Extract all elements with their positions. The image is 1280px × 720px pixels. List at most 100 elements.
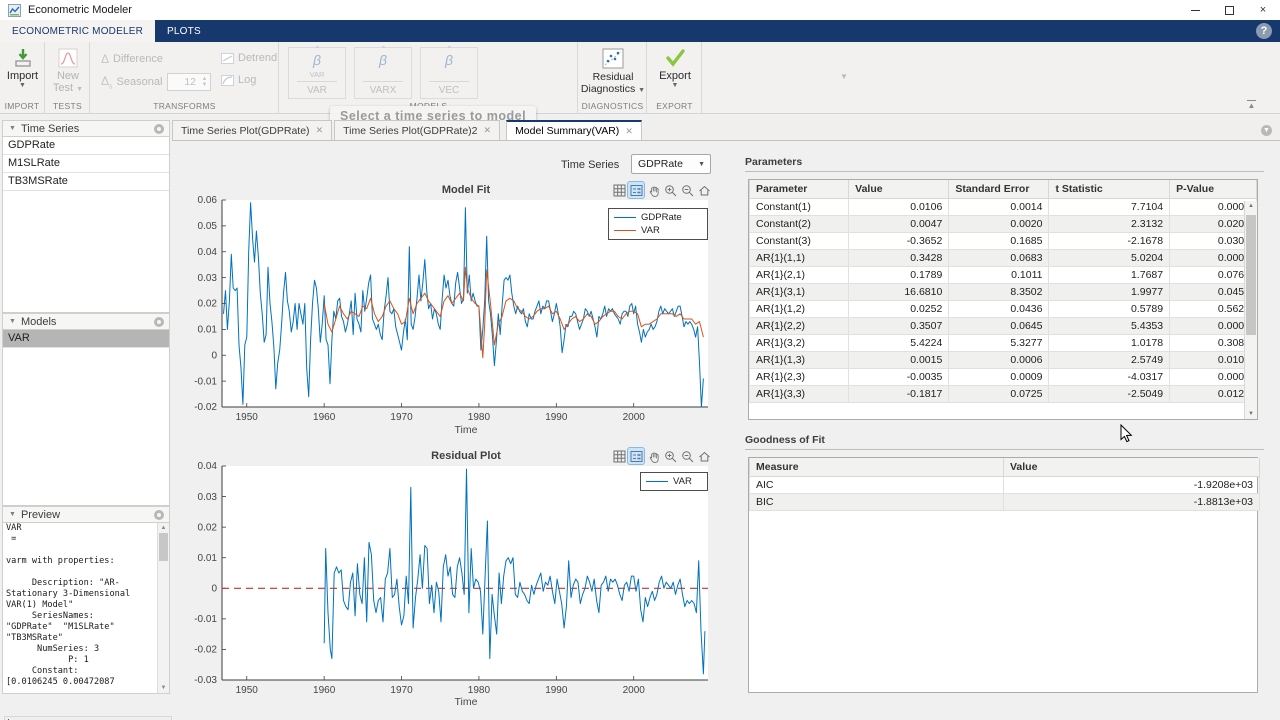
- column-header[interactable]: P-Value: [1170, 180, 1257, 199]
- table-cell[interactable]: 0.0106: [849, 199, 949, 216]
- import-button[interactable]: Import ▼: [0, 48, 45, 89]
- tab-econometric-modeler[interactable]: ECONOMETRIC MODELER: [0, 20, 155, 42]
- table-row[interactable]: AR{1}(1,2)0.02520.04360.57890.5627: [750, 301, 1257, 318]
- tab-plots[interactable]: PLOTS: [155, 20, 213, 42]
- close-tab-icon[interactable]: ✕: [316, 125, 324, 136]
- table-cell[interactable]: AR{1}(1,2): [750, 301, 849, 318]
- table-cell[interactable]: 0.0009: [949, 369, 1049, 386]
- scrollbar-thumb[interactable]: [1246, 215, 1256, 335]
- table-cell[interactable]: 0.1685: [949, 233, 1049, 250]
- table-cell[interactable]: 0.0020: [949, 216, 1049, 233]
- table-cell[interactable]: AR{1}(1,3): [750, 352, 849, 369]
- column-header[interactable]: Value: [1004, 458, 1260, 477]
- residual-legend[interactable]: VAR: [640, 472, 708, 491]
- model-fit-legend[interactable]: GDPRate VAR: [608, 208, 708, 240]
- column-header[interactable]: Parameter: [750, 180, 849, 199]
- tab-time-series-plot-gdprate2[interactable]: Time Series Plot(GDPRate)2 ✕: [334, 120, 500, 140]
- list-item-tb3msrate[interactable]: TB3MSRate: [3, 173, 169, 191]
- tab-model-summary-var[interactable]: Model Summary(VAR) ✕: [506, 120, 642, 140]
- table-cell[interactable]: Constant(1): [750, 199, 849, 216]
- table-row[interactable]: Constant(1)0.01060.00147.71040.0000: [750, 199, 1257, 216]
- table-cell[interactable]: 0.0047: [849, 216, 949, 233]
- vec-model-button[interactable]: βˆ VEC: [420, 47, 478, 99]
- residual-diagnostics-button[interactable]: Residual Diagnostics ▼: [579, 48, 647, 95]
- sidebar-collapse-bar[interactable]: ◀: [4, 716, 172, 720]
- column-header[interactable]: Standard Error: [949, 180, 1049, 199]
- seasonal-button[interactable]: Δs Seasonal: [101, 74, 162, 90]
- table-row[interactable]: Constant(2)0.00470.00202.31320.0207: [750, 216, 1257, 233]
- close-tab-icon[interactable]: ✕: [625, 126, 633, 137]
- varx-model-button[interactable]: βˆ VARX: [354, 47, 412, 99]
- table-row[interactable]: AR{1}(1,1)0.34280.06835.02040.0000: [750, 250, 1257, 267]
- models-panel-header[interactable]: ▼ Models: [2, 313, 170, 330]
- table-row[interactable]: AR{1}(2,2)0.35070.06455.43530.0000: [750, 318, 1257, 335]
- table-cell[interactable]: 0.0015: [849, 352, 949, 369]
- scroll-up-icon[interactable]: ▲: [158, 525, 169, 531]
- table-cell[interactable]: 0.0014: [949, 199, 1049, 216]
- log-button[interactable]: Log: [221, 74, 256, 86]
- table-cell[interactable]: 5.0204: [1049, 250, 1170, 267]
- scrollbar-thumb[interactable]: [159, 533, 168, 561]
- column-header[interactable]: t Statistic: [1049, 180, 1170, 199]
- tab-options-icon[interactable]: ▼: [1261, 125, 1272, 136]
- panel-actions-icon[interactable]: [154, 317, 164, 327]
- table-row[interactable]: Constant(3)-0.36520.1685-2.16780.0302: [750, 233, 1257, 250]
- tab-time-series-plot-gdprate[interactable]: Time Series Plot(GDPRate) ✕: [172, 120, 332, 140]
- table-row[interactable]: AR{1}(2,3)-0.00350.0009-4.03170.0001: [750, 369, 1257, 386]
- minimize-button[interactable]: [1178, 0, 1212, 20]
- table-row[interactable]: AR{1}(3,1)16.68108.35021.99770.0458: [750, 284, 1257, 301]
- table-row[interactable]: AR{1}(1,3)0.00150.00062.57490.0100: [750, 352, 1257, 369]
- table-cell[interactable]: 0.0436: [949, 301, 1049, 318]
- list-item-m1slrate[interactable]: M1SLRate: [3, 155, 169, 173]
- table-cell[interactable]: -4.0317: [1049, 369, 1170, 386]
- table-row[interactable]: AIC-1.9208e+03: [750, 477, 1260, 494]
- time-series-panel-header[interactable]: ▼ Time Series: [2, 120, 170, 137]
- table-row[interactable]: BIC-1.8813e+03: [750, 494, 1260, 511]
- column-header[interactable]: Measure: [750, 458, 1004, 477]
- table-cell[interactable]: 1.7687: [1049, 267, 1170, 284]
- detrend-button[interactable]: Detrend: [221, 52, 277, 64]
- table-cell[interactable]: 0.1011: [949, 267, 1049, 284]
- spinner-arrows-icon[interactable]: ▲▼: [199, 76, 210, 88]
- collapse-ribbon-icon[interactable]: ▲: [1247, 100, 1256, 109]
- table-cell[interactable]: AR{1}(2,1): [750, 267, 849, 284]
- difference-button[interactable]: Δ Difference: [101, 52, 163, 66]
- time-series-combo[interactable]: GDPRate ▼: [631, 154, 711, 174]
- help-icon[interactable]: ?: [1256, 23, 1272, 39]
- preview-panel-header[interactable]: ▼ Preview: [2, 506, 170, 523]
- list-item-gdprate[interactable]: GDPRate: [3, 137, 169, 155]
- table-cell[interactable]: -0.1817: [849, 386, 949, 403]
- table-cell[interactable]: Constant(2): [750, 216, 849, 233]
- table-cell[interactable]: 2.5749: [1049, 352, 1170, 369]
- table-cell[interactable]: AR{1}(3,1): [750, 284, 849, 301]
- table-cell[interactable]: -1.9208e+03: [1004, 477, 1260, 494]
- table-cell[interactable]: 8.3502: [949, 284, 1049, 301]
- table-cell[interactable]: AR{1}(1,1): [750, 250, 849, 267]
- table-cell[interactable]: 2.3132: [1049, 216, 1170, 233]
- table-cell[interactable]: 0.0683: [949, 250, 1049, 267]
- table-cell[interactable]: AR{1}(3,2): [750, 335, 849, 352]
- models-gallery-dropdown[interactable]: ▼: [840, 72, 848, 81]
- panel-actions-icon[interactable]: [154, 124, 164, 134]
- table-cell[interactable]: 5.4353: [1049, 318, 1170, 335]
- table-row[interactable]: AR{1}(2,1)0.17890.10111.76870.0769: [750, 267, 1257, 284]
- panel-actions-icon[interactable]: [154, 510, 164, 520]
- export-button[interactable]: Export ▼: [648, 48, 702, 89]
- table-cell[interactable]: 0.3428: [849, 250, 949, 267]
- scroll-down-icon[interactable]: ▼: [1245, 411, 1257, 417]
- table-cell[interactable]: 7.7104: [1049, 199, 1170, 216]
- table-cell[interactable]: -0.0035: [849, 369, 949, 386]
- var-model-button[interactable]: βˆ VAR VAR: [288, 47, 346, 99]
- table-cell[interactable]: 0.1789: [849, 267, 949, 284]
- table-cell[interactable]: AIC: [750, 477, 1004, 494]
- column-header[interactable]: Value: [849, 180, 949, 199]
- table-cell[interactable]: 1.0178: [1049, 335, 1170, 352]
- table-cell[interactable]: -2.5049: [1049, 386, 1170, 403]
- table-cell[interactable]: 0.0252: [849, 301, 949, 318]
- close-tab-icon[interactable]: ✕: [484, 125, 492, 136]
- table-cell[interactable]: AR{1}(3,3): [750, 386, 849, 403]
- table-cell[interactable]: 0.0006: [949, 352, 1049, 369]
- table-cell[interactable]: 0.0645: [949, 318, 1049, 335]
- table-cell[interactable]: -2.1678: [1049, 233, 1170, 250]
- table-cell[interactable]: Constant(3): [750, 233, 849, 250]
